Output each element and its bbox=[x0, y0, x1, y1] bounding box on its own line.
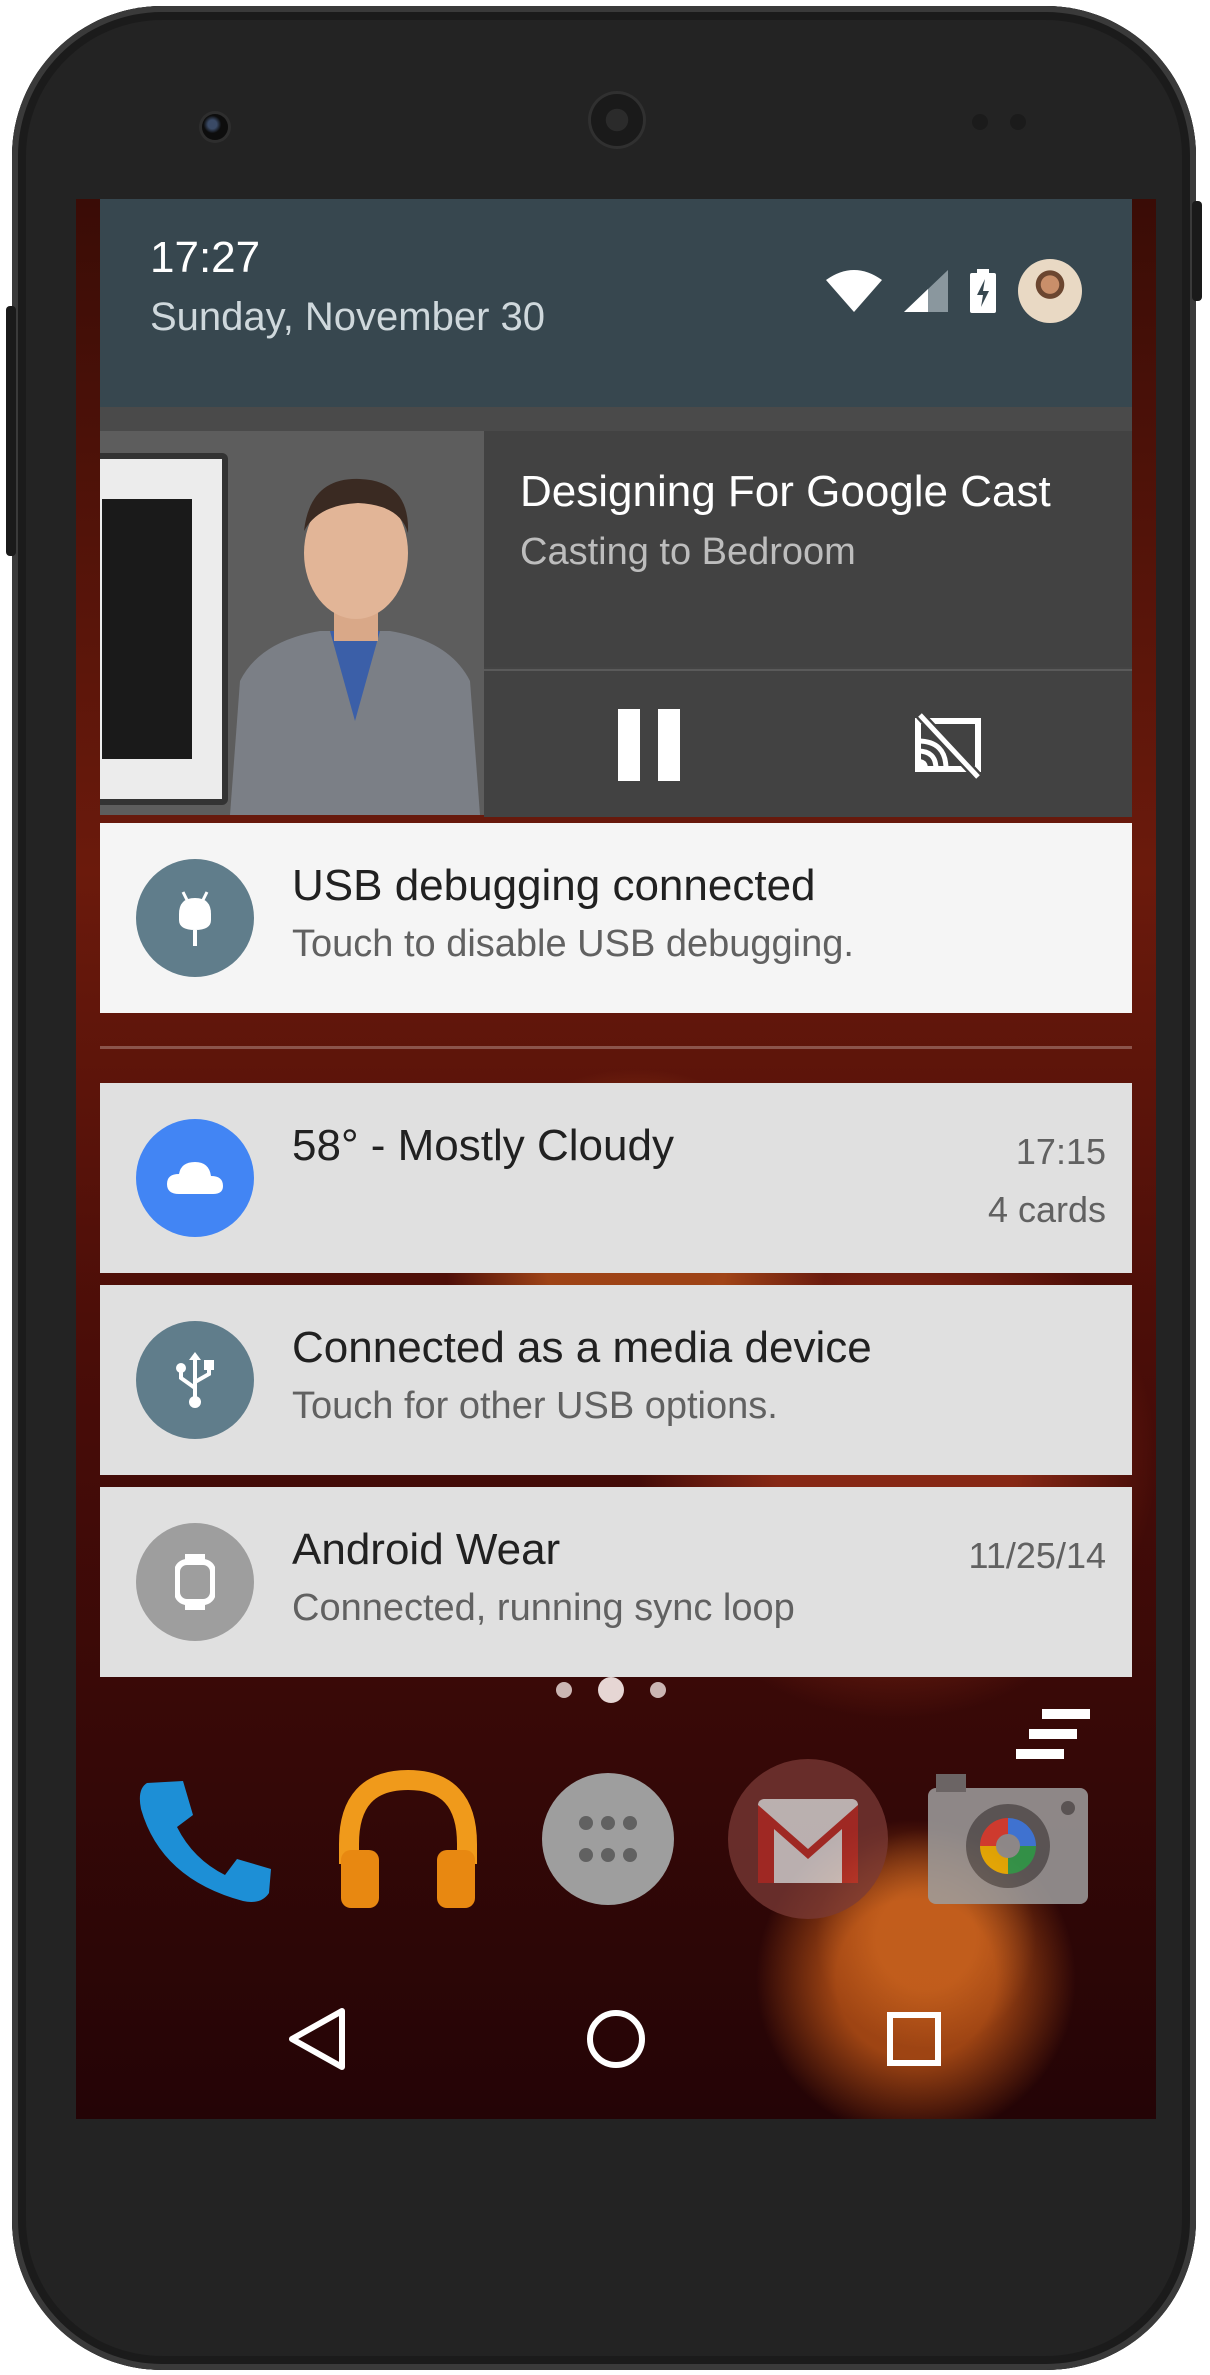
stop-cast-icon[interactable] bbox=[914, 711, 984, 781]
gmail-icon[interactable] bbox=[728, 1759, 888, 1919]
dismiss-all-icon[interactable] bbox=[1016, 1709, 1090, 1763]
media-subtitle: Casting to Bedroom bbox=[520, 531, 856, 573]
user-avatar[interactable] bbox=[1018, 259, 1082, 323]
usb-icon bbox=[176, 1352, 214, 1408]
battery-charging-icon bbox=[970, 269, 996, 313]
proximity-sensor bbox=[972, 114, 988, 130]
page-indicator bbox=[556, 1677, 666, 1703]
notification-time: 11/25/14 bbox=[968, 1535, 1106, 1576]
artwork-device bbox=[100, 453, 228, 805]
app-drawer-icon[interactable] bbox=[528, 1759, 688, 1919]
media-notification[interactable]: Designing For Google Cast Casting to Bed… bbox=[100, 431, 1132, 817]
notification-divider bbox=[100, 1046, 1132, 1049]
notification-usb-media[interactable]: Connected as a media device Touch for ot… bbox=[100, 1285, 1132, 1475]
notification-title: USB debugging connected bbox=[292, 861, 816, 910]
light-sensor bbox=[1010, 114, 1026, 130]
notification-usb-debugging[interactable]: USB debugging connected Touch to disable… bbox=[100, 823, 1132, 1013]
cloud-icon bbox=[167, 1162, 223, 1194]
phone-icon[interactable] bbox=[128, 1759, 288, 1919]
notification-title: 58° - Mostly Cloudy bbox=[292, 1121, 674, 1170]
notification-icon bbox=[136, 1119, 254, 1237]
media-info[interactable]: Designing For Google Cast Casting to Bed… bbox=[484, 431, 1132, 667]
notification-icon bbox=[136, 1523, 254, 1641]
media-controls bbox=[484, 669, 1132, 817]
watch-icon bbox=[175, 1554, 215, 1610]
notification-android-wear[interactable]: Android Wear 11/25/14 Connected, running… bbox=[100, 1487, 1132, 1677]
cell-signal-icon bbox=[904, 270, 948, 312]
power-button bbox=[6, 306, 16, 556]
notification-text: Touch to disable USB debugging. bbox=[292, 923, 854, 965]
home-icon[interactable] bbox=[580, 2003, 652, 2075]
artwork-presenter bbox=[230, 478, 480, 815]
screen: 17:27 Sunday, November 30 Designing For … bbox=[76, 199, 1156, 2119]
notification-title: Android Wear bbox=[292, 1525, 561, 1574]
play-music-icon[interactable] bbox=[328, 1759, 488, 1919]
page-dot bbox=[556, 1682, 572, 1698]
status-icons bbox=[826, 259, 1082, 323]
front-camera bbox=[202, 114, 228, 140]
page-dot-current bbox=[598, 1677, 624, 1703]
phone-frame: 17:27 Sunday, November 30 Designing For … bbox=[6, 6, 1202, 2370]
navigation-bar bbox=[76, 1959, 1156, 2119]
shade-separator bbox=[100, 407, 1132, 431]
notification-text: Connected, running sync loop bbox=[292, 1587, 795, 1629]
recents-icon[interactable] bbox=[878, 2003, 950, 2075]
media-artwork bbox=[100, 431, 484, 815]
notification-shade-header[interactable]: 17:27 Sunday, November 30 bbox=[100, 199, 1132, 407]
wifi-icon bbox=[826, 270, 882, 312]
notification-time: 17:15 bbox=[1015, 1131, 1106, 1172]
android-debug-icon bbox=[179, 891, 211, 946]
back-icon[interactable] bbox=[282, 2003, 354, 2075]
notification-card-count: 4 cards bbox=[987, 1189, 1106, 1230]
notification-icon bbox=[136, 859, 254, 977]
earpiece-speaker bbox=[591, 94, 643, 146]
notification-text: Touch for other USB options. bbox=[292, 1385, 778, 1427]
pause-icon[interactable] bbox=[614, 709, 684, 781]
notification-title: Connected as a media device bbox=[292, 1323, 872, 1372]
volume-button bbox=[1192, 201, 1202, 301]
camera-icon[interactable] bbox=[928, 1759, 1088, 1919]
date[interactable]: Sunday, November 30 bbox=[150, 295, 545, 340]
notification-icon bbox=[136, 1321, 254, 1439]
media-title: Designing For Google Cast bbox=[520, 467, 1051, 516]
notification-weather[interactable]: 58° - Mostly Cloudy 17:15 4 cards bbox=[100, 1083, 1132, 1273]
clock: 17:27 bbox=[150, 233, 261, 282]
page-dot bbox=[650, 1682, 666, 1698]
